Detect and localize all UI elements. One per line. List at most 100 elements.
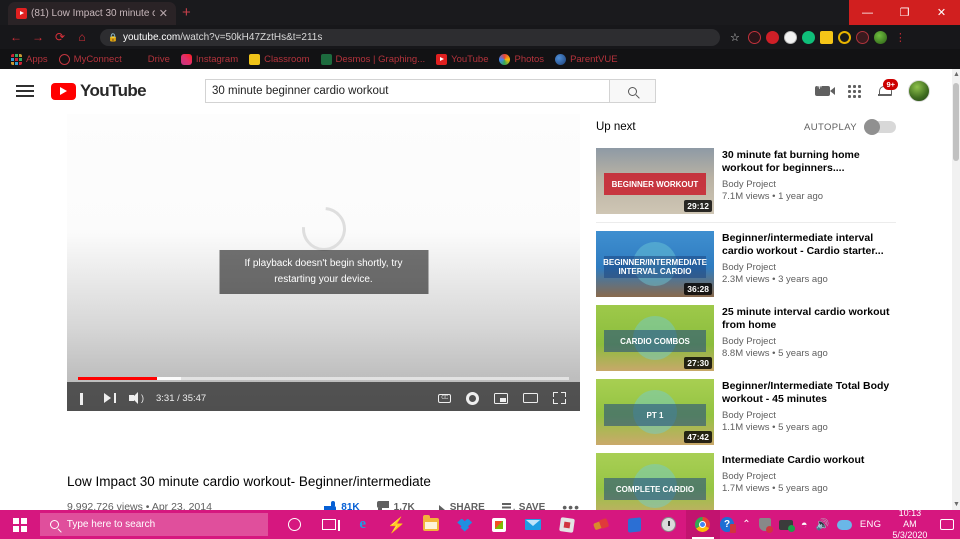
reload-icon[interactable]: ⟳ — [50, 27, 70, 47]
start-button[interactable] — [0, 510, 40, 539]
extension-icon-yellow[interactable] — [819, 30, 833, 44]
taskbar-item-mail[interactable] — [516, 510, 550, 539]
video-title[interactable]: 30 minute fat burning home workout for b… — [722, 149, 896, 175]
bookmark-classroom[interactable]: Classroom — [245, 53, 313, 65]
action-center-icon[interactable] — [940, 519, 954, 530]
like-button[interactable]: 81K — [324, 501, 360, 510]
pause-button[interactable] — [80, 392, 91, 405]
taskbar-item-roblox[interactable] — [550, 510, 584, 539]
maximize-button[interactable]: ❐ — [886, 0, 923, 25]
taskbar-item-task-view[interactable] — [312, 510, 346, 539]
extension-icon-shield[interactable] — [747, 30, 761, 44]
wifi-icon[interactable]: ◓ — [801, 519, 808, 531]
autoplay-toggle[interactable] — [864, 119, 896, 135]
captions-button[interactable]: CC — [438, 393, 451, 403]
scroll-up-icon[interactable]: ▲ — [953, 71, 960, 78]
video-thumbnail[interactable]: PT 1 47:42 — [596, 379, 714, 445]
video-channel[interactable]: Body Project — [722, 471, 896, 482]
address-bar[interactable]: 🔒 youtube.com/watch?v=50kH47ZztHs&t=211s — [100, 28, 720, 46]
scrollbar-thumb[interactable] — [953, 83, 959, 161]
taskbar-item-dropbox[interactable] — [448, 510, 482, 539]
save-button[interactable]: SAVE — [501, 502, 545, 510]
taskbar-item-onenote[interactable] — [618, 510, 652, 539]
youtube-apps-button[interactable] — [847, 84, 861, 98]
webcam-icon[interactable] — [779, 519, 795, 532]
video-thumbnail[interactable]: CARDIO COMBOS 27:30 — [596, 305, 714, 371]
taskbar-item-cortana[interactable] — [278, 510, 312, 539]
extension-icon-adblock[interactable] — [765, 30, 779, 44]
taskbar-item-edge[interactable]: e — [346, 510, 380, 539]
onedrive-cloud-icon[interactable] — [837, 519, 852, 530]
video-title[interactable]: Beginner/intermediate interval cardio wo… — [722, 232, 896, 258]
search-box[interactable] — [205, 79, 610, 103]
new-tab-button[interactable]: + — [182, 5, 191, 20]
extension-icon-red[interactable] — [855, 30, 869, 44]
back-icon[interactable]: ← — [6, 27, 26, 47]
bookmark-photos[interactable]: Photos — [495, 53, 548, 65]
taskbar-item-clock[interactable] — [652, 510, 686, 539]
scroll-down-icon[interactable]: ▼ — [953, 501, 960, 508]
taskbar-item-ccleaner[interactable] — [584, 510, 618, 539]
video-player[interactable]: If playback doesn't begin shortly, try r… — [67, 114, 580, 411]
extension-icon-target[interactable] — [837, 30, 851, 44]
search-button[interactable] — [610, 79, 656, 103]
close-icon[interactable]: ✕ — [155, 7, 172, 20]
page-scrollbar[interactable]: ▲ ▼ — [952, 69, 960, 510]
video-title[interactable]: 25 minute interval cardio workout from h… — [722, 306, 896, 332]
hamburger-menu-icon[interactable] — [16, 82, 34, 100]
avatar[interactable] — [908, 80, 930, 102]
browser-tab[interactable]: (81) Low Impact 30 minute cardi ✕ — [8, 2, 176, 25]
fullscreen-button[interactable] — [553, 392, 566, 404]
profile-avatar-icon[interactable] — [873, 30, 887, 44]
video-channel[interactable]: Body Project — [722, 179, 896, 190]
window-close-button[interactable]: ✕ — [923, 0, 960, 25]
video-channel[interactable]: Body Project — [722, 262, 896, 273]
autoplay-control[interactable]: AUTOPLAY — [804, 119, 896, 135]
settings-gear-icon[interactable] — [466, 391, 479, 405]
bookmark-youtube[interactable]: YouTube — [432, 53, 492, 65]
dislike-button[interactable]: 1.7K — [376, 501, 415, 510]
video-channel[interactable]: Body Project — [722, 336, 896, 347]
bookmark-star-icon[interactable]: ☆ — [730, 31, 740, 44]
taskbar-item-file-explorer[interactable] — [414, 510, 448, 539]
volume-icon[interactable]: 🔊 — [816, 518, 830, 531]
taskbar-item-lightning[interactable]: ⚡ — [380, 510, 414, 539]
language-indicator[interactable]: ENG — [860, 519, 882, 530]
clock[interactable]: 10:13 AM 5/3/2020 — [889, 508, 928, 539]
extension-icon-green[interactable] — [801, 30, 815, 44]
browser-menu-icon[interactable]: ⋮ — [892, 31, 909, 44]
video-thumbnail[interactable]: BEGINNER/INTERMEDIATE INTERVAL CARDIO 36… — [596, 231, 714, 297]
video-channel[interactable]: Body Project — [722, 410, 896, 421]
list-item[interactable]: BEGINNER WORKOUT 29:12 30 minute fat bur… — [596, 148, 896, 214]
share-button[interactable]: SHARE — [431, 502, 485, 510]
minimize-button[interactable]: — — [849, 0, 886, 25]
extension-icon-pocket[interactable] — [783, 30, 797, 44]
more-actions-button[interactable]: ••• — [562, 499, 580, 510]
bookmark-apps[interactable]: Apps — [7, 53, 52, 65]
taskbar-item-chrome[interactable] — [685, 510, 720, 539]
list-item[interactable]: COMPLETE CARDIO Intermediate Cardio work… — [596, 453, 896, 510]
progress-bar[interactable] — [78, 377, 569, 380]
bookmark-myconnect[interactable]: MyConnect — [55, 53, 126, 65]
youtube-logo[interactable]: YouTube — [51, 81, 147, 101]
search-input[interactable] — [212, 85, 603, 97]
bookmark-parentvue[interactable]: ParentVUE — [551, 53, 622, 65]
video-title[interactable]: Beginner/Intermediate Total Body workout… — [722, 380, 896, 406]
volume-button[interactable]: ) — [129, 392, 144, 404]
next-video-button[interactable] — [104, 392, 116, 404]
forward-icon[interactable]: → — [28, 27, 48, 47]
help-icon[interactable]: ? — [719, 517, 736, 533]
home-icon[interactable]: ⌂ — [72, 27, 92, 47]
create-video-button[interactable] — [815, 82, 835, 96]
security-shield-icon[interactable] — [758, 518, 773, 533]
theater-mode-button[interactable] — [523, 393, 538, 403]
bookmark-instagram[interactable]: Instagram — [177, 53, 242, 65]
taskbar-item-store[interactable] — [482, 510, 516, 539]
list-item[interactable]: CARDIO COMBOS 27:30 25 minute interval c… — [596, 305, 896, 371]
miniplayer-button[interactable] — [494, 392, 508, 404]
taskbar-search[interactable]: Type here to search — [39, 513, 268, 536]
list-item[interactable]: PT 1 47:42 Beginner/Intermediate Total B… — [596, 379, 896, 445]
video-title[interactable]: Intermediate Cardio workout — [722, 454, 896, 467]
show-hidden-icons-chevron-icon[interactable]: ⌃ — [742, 519, 750, 530]
bookmark-drive[interactable]: Drive — [129, 54, 174, 65]
